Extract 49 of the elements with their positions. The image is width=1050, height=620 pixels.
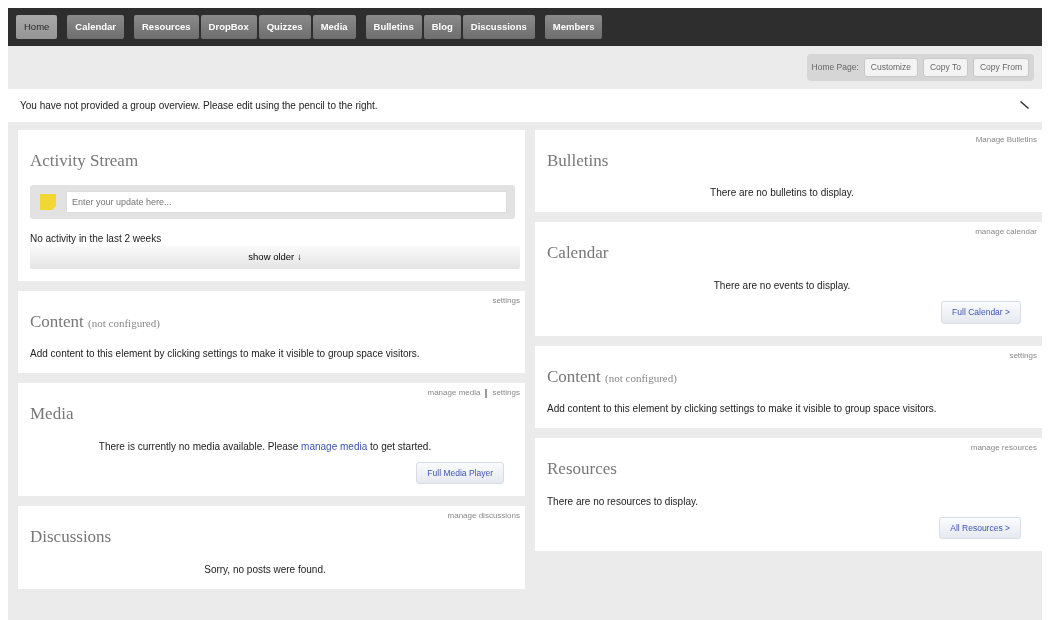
widget-button[interactable]: All Resources > [939,516,1021,540]
widget-button[interactable]: Full Calendar > [941,300,1021,324]
nav-tab[interactable]: Home [16,15,58,39]
title-note: (not configured) [605,371,677,384]
widget-title: Media [30,404,74,423]
widget-message: There are no bulletins to display. [709,186,855,201]
activity-status: No activity in the last 2 weeks [30,232,163,247]
nav-tab[interactable]: DropBox [200,15,257,39]
nav-tab[interactable]: Discussions [462,15,535,39]
widget-title: Bulletins [547,150,609,170]
toolbar-button[interactable]: Customize [863,58,918,77]
widget-link[interactable]: settings [492,387,520,399]
note-icon [38,192,58,213]
widget-link[interactable]: manage calendar [975,226,1037,239]
overview-text: You have not provided a group overview. Please edit using the pencil to the right. [20,98,378,113]
widget-title: Discussions [30,527,112,547]
widget-message: Add content to this element by clicking settings to make it visible to group space visitors. [30,347,421,361]
message-link[interactable]: manage media [301,440,368,452]
widget-link[interactable]: settings [1009,349,1037,362]
toolbar-button[interactable]: Copy To [922,58,968,77]
toolbar-button[interactable]: Copy From [972,58,1029,77]
update-field[interactable]: Enter your update here... [66,191,507,214]
widget-button[interactable]: Full Media Player [416,461,504,485]
nav-tab[interactable]: Bulletins [365,15,422,39]
widget-link[interactable]: manage media [427,387,481,399]
nav-tab[interactable]: Calendar [67,15,124,39]
widget-link[interactable]: Manage Bulletins [975,133,1037,146]
widget-message: Add content to this element by clicking settings to make it visible to group space visitors. [547,402,938,416]
widget-message: There are no events to display. [712,278,852,293]
widget-link[interactable]: settings [492,294,520,307]
widget-title: Content [547,366,601,386]
nav-tab[interactable]: Members [544,15,603,39]
nav-tab[interactable]: Resources [134,15,199,39]
nav-tab[interactable]: Media [312,15,356,39]
title-note: (not configured) [88,316,160,329]
widget-link[interactable]: manage resources [970,442,1037,454]
widget-message: There are no resources to display. [547,494,699,509]
nav-tab[interactable]: Blog [423,15,461,39]
widget-message: There is currently no media available. Please manage media to get started. [97,439,433,454]
widget-title: Activity Stream [30,150,139,170]
widget-title: Calendar [547,243,609,263]
toolbar-label: Home Page: [811,61,859,74]
widget-title: Content [30,311,84,331]
widget-title: Resources [547,459,617,478]
show-older-button[interactable]: show older ↓ [30,246,520,269]
widget-message: Sorry, no posts were found. [203,562,327,577]
pencil-icon[interactable] [1020,100,1030,111]
nav-tab[interactable]: Quizzes [258,15,311,39]
widget-link[interactable]: manage discussions [447,510,520,523]
